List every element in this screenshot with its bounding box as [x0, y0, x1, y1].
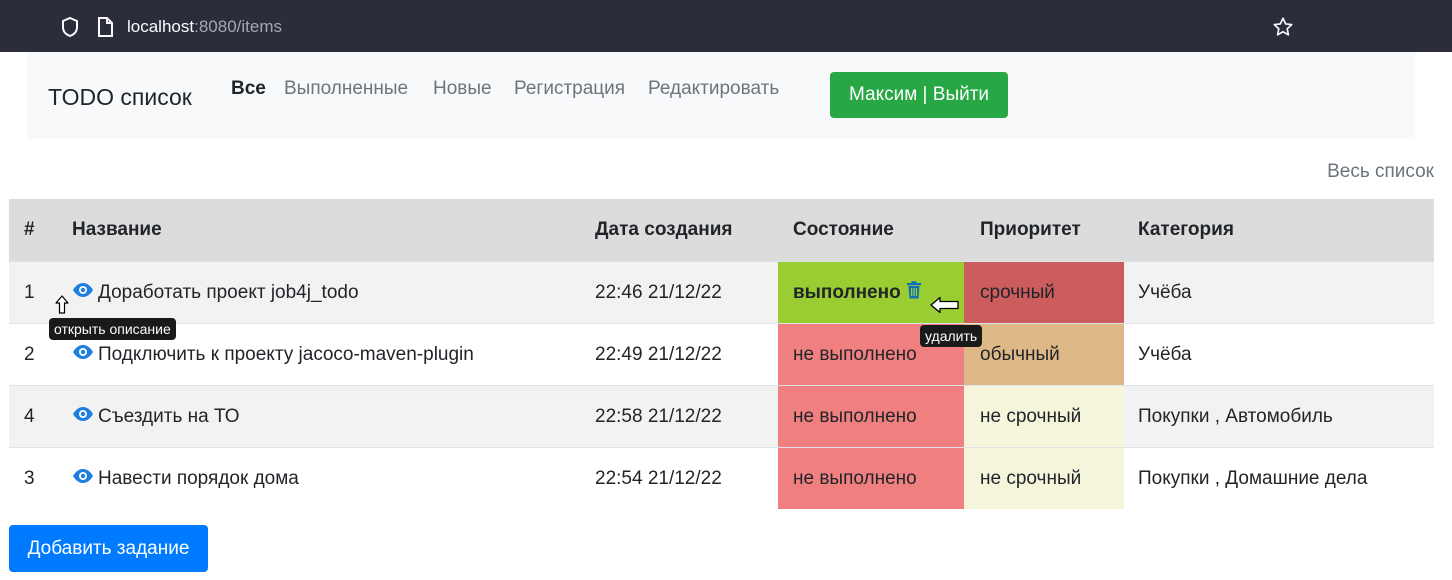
brand-title[interactable]: TODO список [48, 84, 192, 111]
row-name: Навести порядок дома [59, 448, 595, 509]
add-task-button[interactable]: Добавить задание [9, 525, 208, 572]
header-num: # [24, 219, 35, 240]
browser-toolbar: localhost:8080/items [0, 0, 1452, 52]
row-priority: обычный [964, 324, 1124, 385]
tasks-table: # Название Дата создания Состояние Приор… [9, 199, 1434, 509]
row-date: 22:46 21/12/22 [595, 281, 722, 303]
table-header: # Название Дата создания Состояние Приор… [9, 199, 1434, 262]
row-category: Учёба [1138, 343, 1192, 365]
task-title-link[interactable]: Съездить на ТО [98, 406, 240, 428]
header-priority: Приоритет [980, 219, 1081, 240]
eye-icon[interactable] [72, 406, 94, 428]
nav-edit[interactable]: Редактировать [648, 78, 779, 100]
all-list-link[interactable]: Весь список [1327, 161, 1434, 183]
page-icon [96, 16, 114, 43]
shield-icon[interactable] [60, 16, 80, 43]
nav-register[interactable]: Регистрация [514, 78, 625, 100]
tooltip-delete: удалить [920, 325, 983, 347]
trash-icon[interactable] [906, 280, 922, 305]
task-title-link[interactable]: Навести порядок дома [98, 468, 299, 490]
nav-completed[interactable]: Выполненные [284, 78, 408, 100]
header-name: Название [72, 219, 162, 240]
navbar: TODO список Все Выполненные Новые Регист… [27, 52, 1415, 139]
mouse-cursor-icon [930, 296, 960, 319]
tooltip-open-description: открыть описание [49, 318, 176, 340]
table-row: 4 Съездить на ТО 22:58 21/12/22 не выпол… [9, 386, 1434, 448]
nav-all[interactable]: Все [231, 78, 266, 100]
row-priority: срочный [964, 262, 1124, 323]
row-num: 1 [24, 281, 35, 303]
row-num: 3 [24, 467, 35, 489]
table-row: 3 Навести порядок дома 22:54 21/12/22 не… [9, 448, 1434, 509]
url-path: :8080/items [194, 17, 282, 36]
eye-icon[interactable] [72, 468, 94, 490]
eye-icon[interactable] [72, 344, 94, 366]
address-bar[interactable]: localhost:8080/items [127, 17, 282, 37]
table-row: 1 Доработать проект job4j_todo 22:46 21/… [9, 262, 1434, 324]
header-state: Состояние [793, 219, 894, 240]
eye-icon[interactable] [72, 282, 94, 304]
row-state: не выполнено [778, 386, 964, 447]
row-name: Доработать проект job4j_todo [59, 262, 595, 323]
row-priority: не срочный [964, 448, 1124, 509]
row-priority: не срочный [964, 386, 1124, 447]
row-name: Съездить на ТО [59, 386, 595, 447]
row-num: 4 [24, 405, 35, 427]
nav-new[interactable]: Новые [433, 78, 492, 100]
row-date: 22:54 21/12/22 [595, 467, 722, 489]
table-row: 2 Подключить к проекту jacoco-maven-plug… [9, 324, 1434, 386]
user-logout-button[interactable]: Максим | Выйти [830, 72, 1008, 118]
mouse-cursor-icon [54, 295, 70, 320]
state-label: выполнено [793, 281, 901, 303]
row-category: Учёба [1138, 281, 1192, 303]
row-category: Покупки , Автомобиль [1138, 405, 1333, 427]
row-state: не выполнено [778, 448, 964, 509]
row-date: 22:49 21/12/22 [595, 343, 722, 365]
task-title-link[interactable]: Доработать проект job4j_todo [98, 282, 359, 304]
row-date: 22:58 21/12/22 [595, 405, 722, 427]
url-host: localhost [127, 17, 195, 36]
row-category: Покупки , Домашние дела [1138, 467, 1368, 489]
header-category: Категория [1138, 219, 1234, 240]
bookmark-star-icon[interactable] [1272, 16, 1294, 43]
task-title-link[interactable]: Подключить к проекту jacoco-maven-plugin [98, 344, 474, 366]
header-date: Дата создания [595, 219, 733, 240]
